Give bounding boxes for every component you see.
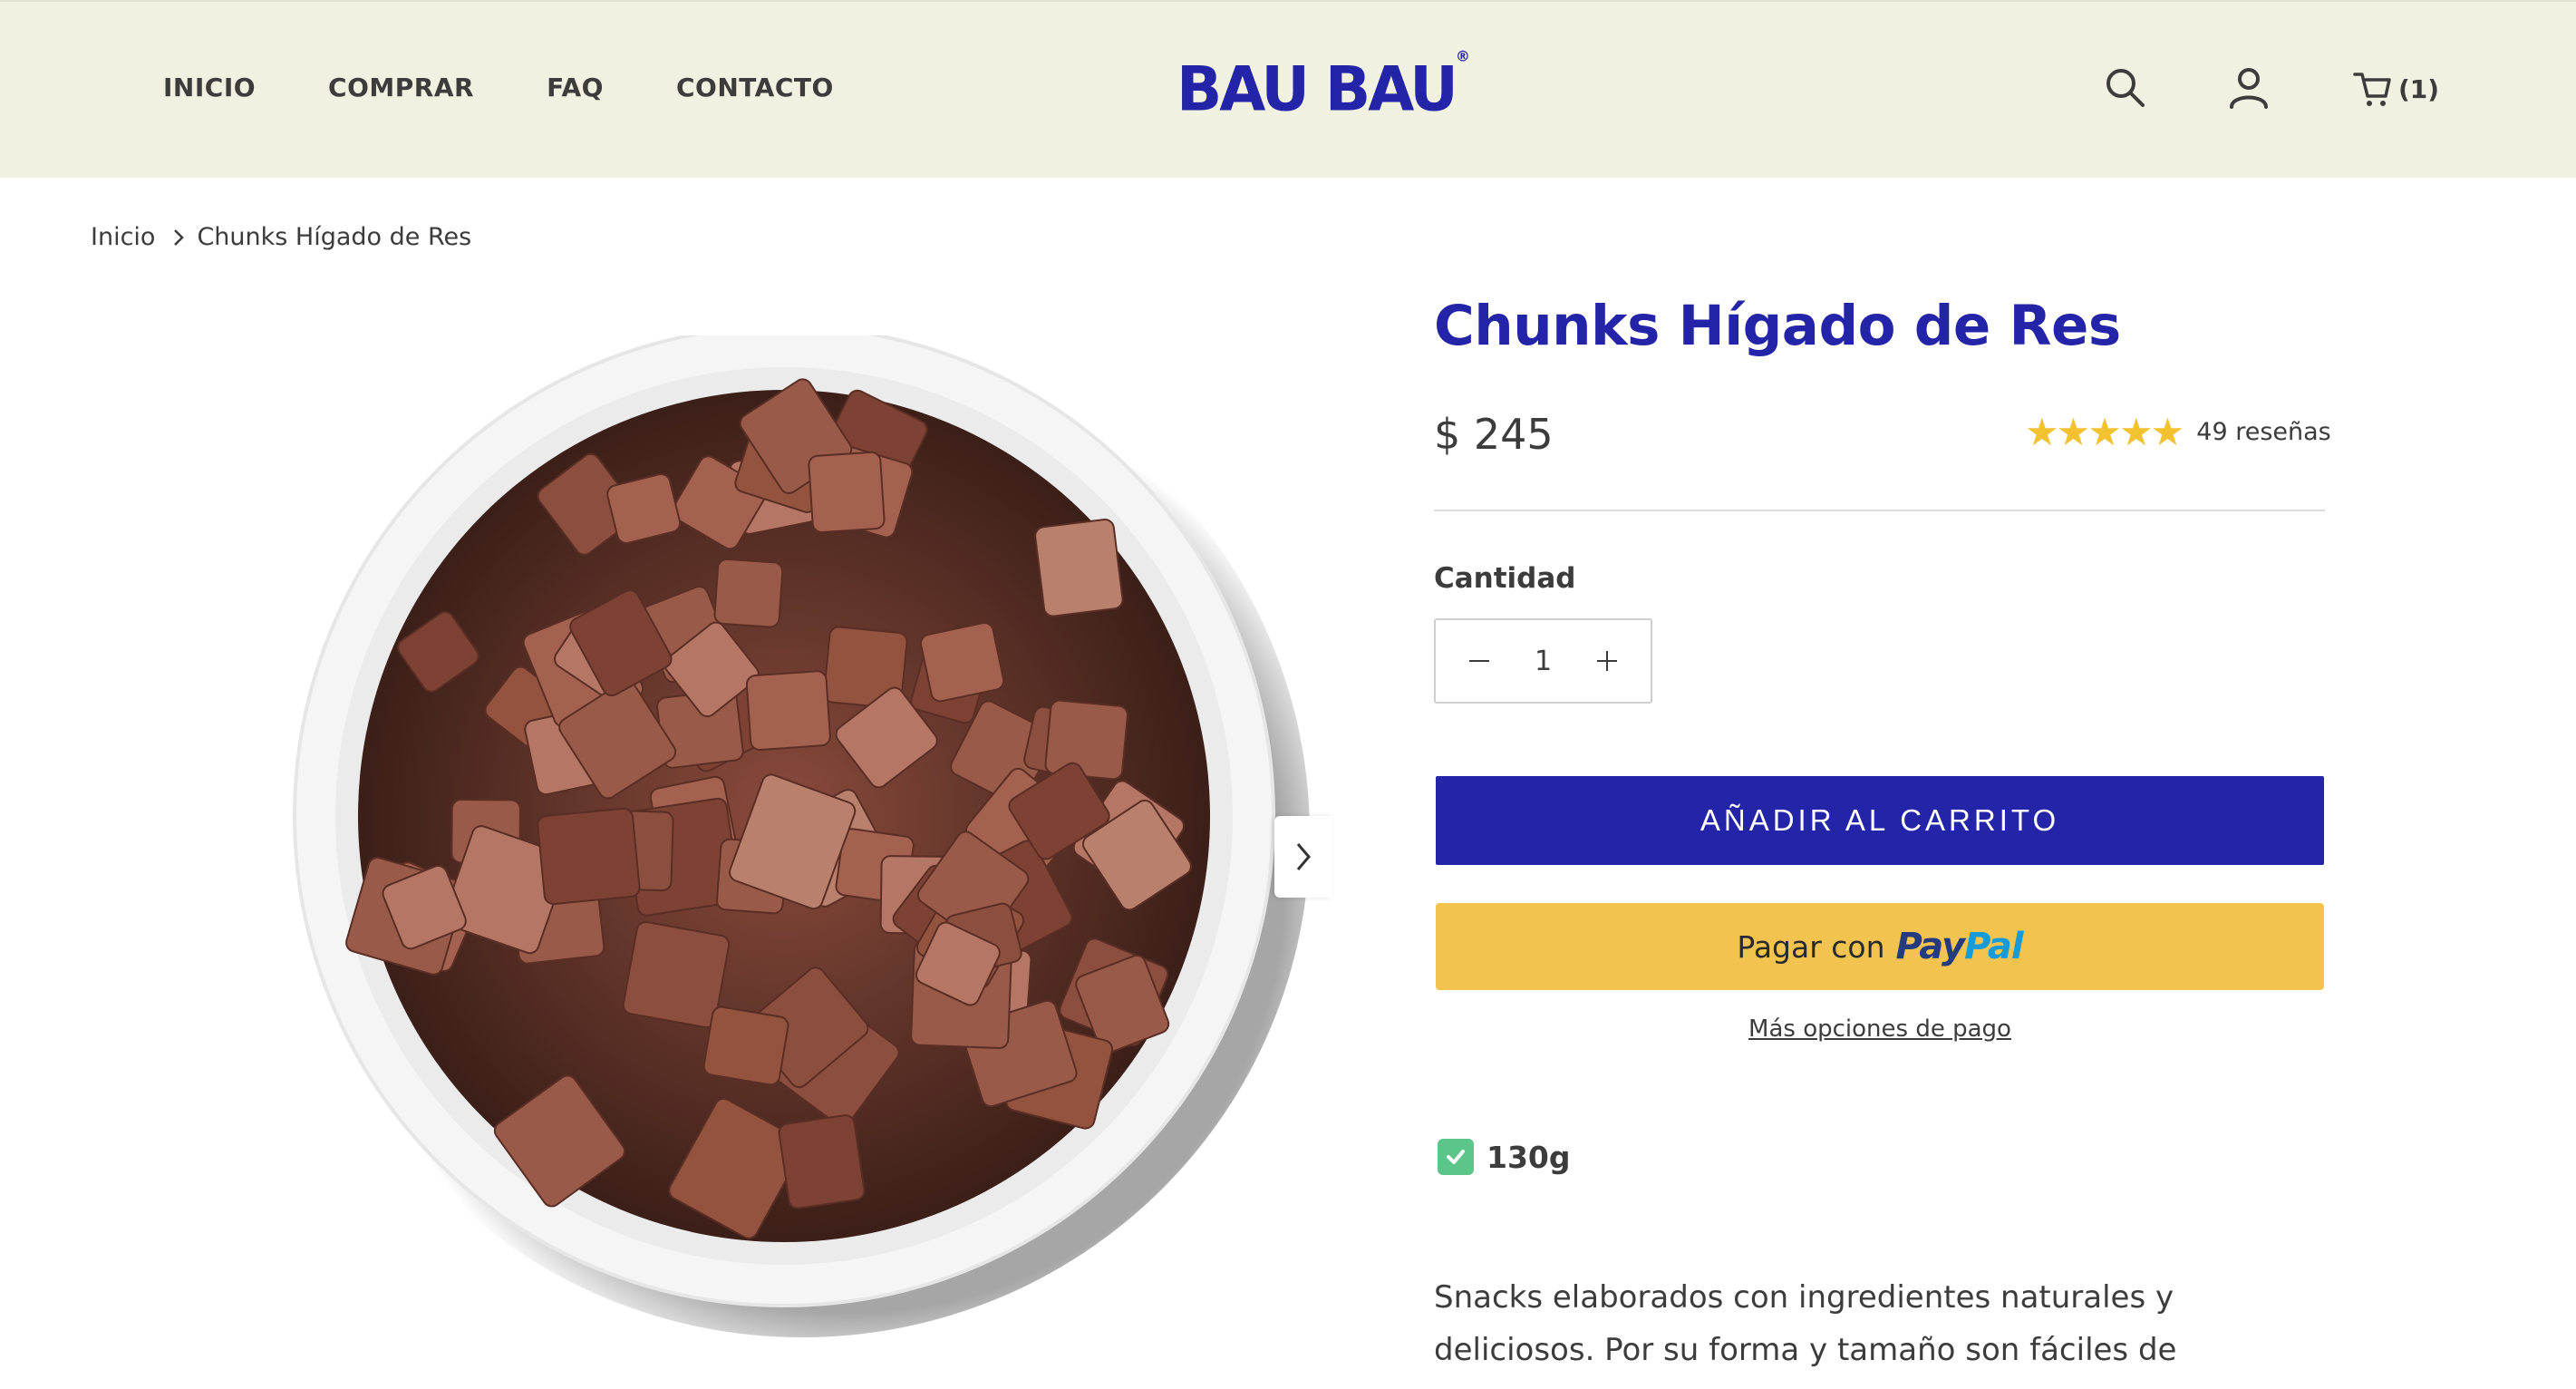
meat-chunk: [778, 1114, 866, 1209]
product-title: Chunks Hígado de Res: [1434, 294, 2121, 358]
meat-chunk: [1034, 519, 1124, 617]
review-count[interactable]: 49 reseñas: [2196, 418, 2330, 446]
paypal-button[interactable]: Pagar con PayPal: [1436, 903, 2324, 990]
breadcrumb-current: Chunks Hígado de Res: [197, 223, 472, 251]
nav-faq[interactable]: FAQ: [547, 73, 604, 102]
rating-stars: ★★★★★: [2025, 410, 2184, 454]
breadcrumb: Inicio Chunks Hígado de Res: [91, 223, 471, 251]
chevron-right-icon: [169, 226, 188, 249]
paypal-prefix: Pagar con: [1737, 928, 1885, 965]
nav-inicio[interactable]: INICIO: [163, 73, 256, 102]
product-description: Snacks elaborados con ingredientes natur…: [1434, 1279, 2177, 1389]
logo-mark: ®: [1455, 47, 1470, 65]
meat-chunk: [1044, 699, 1128, 781]
breadcrumb-home[interactable]: Inicio: [91, 223, 155, 251]
increase-quantity-button[interactable]: [1589, 643, 1625, 679]
main-nav: INICIO COMPRAR FAQ CONTACTO: [163, 73, 834, 102]
plus-icon: [1597, 651, 1617, 671]
site-header: INICIO COMPRAR FAQ CONTACTO BAU BAU® (1): [0, 0, 2576, 178]
meat-chunk: [713, 558, 784, 628]
minus-icon: [1469, 660, 1489, 662]
user-icon[interactable]: [2226, 65, 2271, 111]
logo-text: BAU BAU: [1177, 53, 1458, 125]
quantity-label: Cantidad: [1434, 562, 1576, 595]
more-payment-options-link[interactable]: Más opciones de pago: [1436, 1015, 2324, 1043]
meat-chunk: [702, 1005, 789, 1086]
variant-option[interactable]: 130g: [1438, 1139, 1571, 1175]
paypal-logo-pal: Pal: [1964, 926, 2023, 967]
chevron-right-icon: [1296, 843, 1311, 870]
quantity-stepper: 1: [1434, 618, 1652, 704]
meat-chunk: [537, 807, 641, 906]
paypal-logo: PayPal: [1895, 926, 2024, 967]
decrease-quantity-button[interactable]: [1461, 643, 1497, 679]
search-icon[interactable]: [2103, 65, 2148, 111]
product-image[interactable]: [281, 325, 1314, 1351]
checkbox-checked-icon: [1438, 1139, 1474, 1175]
meat-chunk: [920, 622, 1005, 703]
cart-count[interactable]: (1): [2398, 74, 2439, 104]
cart-icon[interactable]: [2351, 65, 2397, 111]
nav-comprar[interactable]: COMPRAR: [328, 73, 474, 102]
variant-label: 130g: [1487, 1139, 1571, 1175]
site-logo[interactable]: BAU BAU®: [1177, 47, 1470, 125]
next-image-button[interactable]: [1274, 816, 1332, 898]
product-price: $ 245: [1434, 410, 1554, 459]
divider: [1434, 510, 2325, 511]
meat-chunk: [808, 451, 886, 534]
paypal-logo-pay: Pay: [1895, 926, 1966, 967]
product-rating[interactable]: ★★★★★ 49 reseñas: [2025, 410, 2331, 454]
quantity-value[interactable]: 1: [1535, 646, 1552, 677]
nav-contacto[interactable]: CONTACTO: [676, 73, 834, 102]
add-to-cart-button[interactable]: AÑADIR AL CARRITO: [1436, 776, 2324, 865]
meat-chunk: [745, 670, 831, 752]
